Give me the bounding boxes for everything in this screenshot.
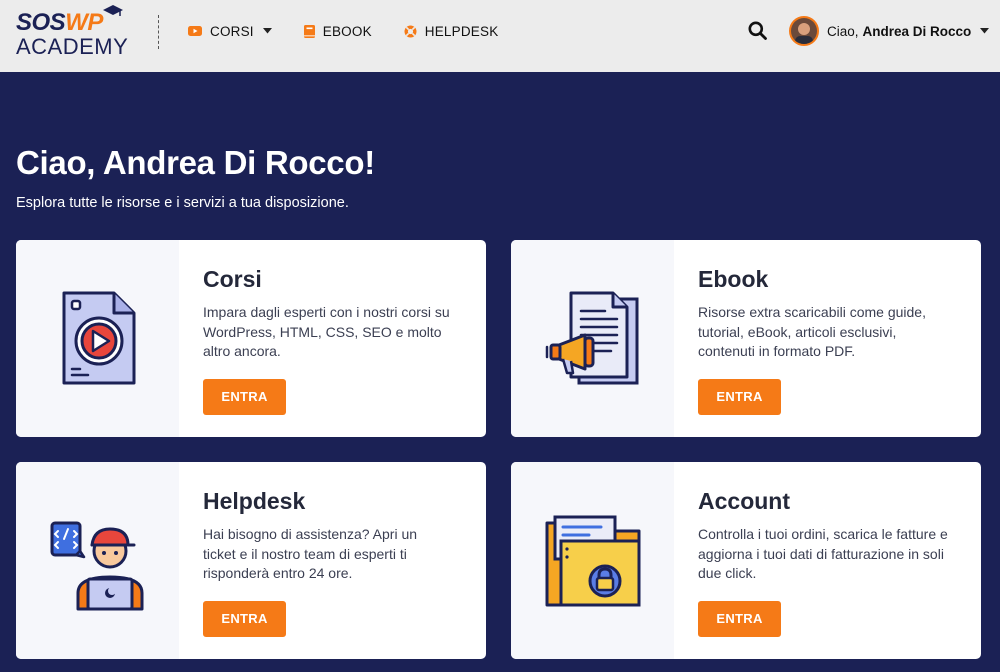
card-text: Hai bisogno di assistenza? Apri un ticke…	[203, 526, 418, 581]
card-corsi: Corsi Impara dagli esperti con i nostri …	[16, 240, 486, 437]
enter-button[interactable]: ENTRA	[698, 379, 781, 415]
page-title: Ciao, Andrea Di Rocco!	[16, 144, 375, 181]
locked-folder-icon	[545, 515, 640, 606]
search-button[interactable]	[748, 21, 767, 45]
card-media	[16, 240, 179, 437]
card-text: Controlla i tuoi ordini, scarica le fatt…	[698, 526, 948, 581]
nav-item-corsi[interactable]: CORSI	[188, 0, 272, 62]
card-media	[16, 462, 179, 659]
logo-line-2: ACADEMY	[16, 34, 129, 59]
card-text: Impara dagli esperti con i nostri corsi …	[203, 304, 450, 359]
enter-button[interactable]: ENTRA	[203, 379, 286, 415]
top-bar: SOSWP ACADEMY CORSI EBOOK HELPDESK Ciao,…	[0, 0, 1000, 72]
enter-button[interactable]: ENTRA	[698, 601, 781, 637]
search-icon	[748, 21, 767, 40]
card-ebook: Ebook Risorse extra scaricabili come gui…	[511, 240, 981, 437]
chevron-down-icon	[980, 28, 990, 34]
card-title: Helpdesk	[203, 488, 306, 514]
nav-item-label: CORSI	[210, 23, 254, 39]
user-name: Andrea Di Rocco	[862, 23, 972, 39]
card-title: Account	[698, 488, 790, 514]
nav-item-label: EBOOK	[322, 23, 372, 39]
nav-item-label: HELPDESK	[424, 23, 499, 39]
video-file-icon	[62, 291, 135, 384]
lifebuoy-icon	[404, 25, 417, 38]
card-helpdesk: Helpdesk Hai bisogno di assistenza? Apri…	[16, 462, 486, 659]
card-body: Account Controlla i tuoi ordini, scarica…	[674, 462, 981, 659]
youtube-icon	[188, 26, 202, 36]
nav-item-ebook[interactable]: EBOOK	[303, 0, 372, 62]
enter-button[interactable]: ENTRA	[203, 601, 286, 637]
document-megaphone-icon	[545, 291, 638, 384]
avatar	[789, 16, 819, 46]
logo[interactable]: SOSWP ACADEMY	[16, 5, 129, 62]
card-title: Corsi	[203, 266, 262, 292]
nav-item-helpdesk[interactable]: HELPDESK	[404, 0, 499, 62]
card-media	[511, 462, 674, 659]
card-text: Risorse extra scaricabili come guide, tu…	[698, 304, 926, 359]
user-menu[interactable]: Ciao, Andrea Di Rocco	[789, 15, 990, 47]
header-divider	[158, 15, 159, 49]
card-body: Helpdesk Hai bisogno di assistenza? Apri…	[179, 462, 486, 659]
book-icon	[303, 24, 315, 38]
chevron-down-icon	[262, 28, 272, 34]
user-greeting: Ciao,	[827, 23, 859, 39]
page-subtitle: Esplora tutte le risorse e i servizi a t…	[16, 195, 349, 211]
card-media	[511, 240, 674, 437]
main-nav: CORSI EBOOK HELPDESK	[188, 0, 530, 62]
support-agent-icon	[50, 521, 143, 610]
card-account: Account Controlla i tuoi ordini, scarica…	[511, 462, 981, 659]
graduation-cap-icon	[103, 5, 123, 16]
card-body: Corsi Impara dagli esperti con i nostri …	[179, 240, 486, 437]
card-title: Ebook	[698, 266, 769, 292]
card-body: Ebook Risorse extra scaricabili come gui…	[674, 240, 981, 437]
